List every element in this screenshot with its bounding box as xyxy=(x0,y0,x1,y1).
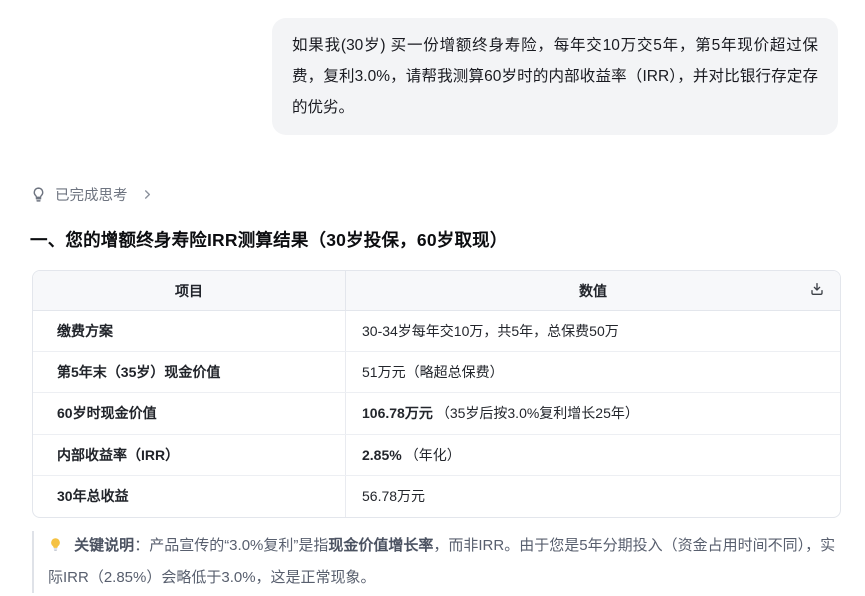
row-value: 30-34岁每年交10万，共5年，总保费50万 xyxy=(346,311,840,351)
download-icon xyxy=(809,281,825,300)
row-label: 第5年末（35岁）现金价值 xyxy=(33,352,346,392)
table-row: 30年总收益 56.78万元 xyxy=(33,476,840,517)
row-value-rest: （35岁后按3.0%复利增长25年） xyxy=(436,403,639,423)
row-value-rest: 56.78万元 xyxy=(362,486,425,506)
table-header-row: 项目 数值 xyxy=(33,271,840,311)
row-value-rest: 51万元（略超总保费） xyxy=(362,362,504,382)
note-segment: 关键说明 xyxy=(74,537,134,554)
table-row: 缴费方案 30-34岁每年交10万，共5年，总保费50万 xyxy=(33,311,840,352)
row-value-rest: （年化） xyxy=(405,445,461,465)
row-value: 51万元（略超总保费） xyxy=(346,352,840,392)
table-body: 缴费方案 30-34岁每年交10万，共5年，总保费50万 第5年末（35岁）现金… xyxy=(33,311,840,517)
row-label: 内部收益率（IRR） xyxy=(33,435,346,475)
row-value: 56.78万元 xyxy=(346,476,840,517)
row-value: 106.78万元 （35岁后按3.0%复利增长25年） xyxy=(346,393,840,433)
table-row: 60岁时现金价值 106.78万元 （35岁后按3.0%复利增长25年） xyxy=(33,393,840,434)
user-message-bubble: 如果我(30岁) 买一份增额终身寿险，每年交10万交5年，第5年现价超过保费，复… xyxy=(272,18,838,135)
note-text: 关键说明：产品宣传的“3.0%复利”是指现金价值增长率，而非IRR。由于您是5年… xyxy=(48,537,835,586)
row-value-bold: 106.78万元 xyxy=(362,403,433,423)
row-label: 30年总收益 xyxy=(33,476,346,517)
lightbulb-emoji-icon xyxy=(48,539,67,556)
download-button[interactable] xyxy=(805,279,829,303)
note-segment: ：产品宣传的“3.0%复利”是指 xyxy=(134,537,328,554)
key-note: 关键说明：产品宣传的“3.0%复利”是指现金价值增长率，而非IRR。由于您是5年… xyxy=(32,531,841,593)
row-label: 缴费方案 xyxy=(33,311,346,351)
table-row: 内部收益率（IRR） 2.85% （年化） xyxy=(33,435,840,476)
user-message-row: 如果我(30岁) 买一份增额终身寿险，每年交10万交5年，第5年现价超过保费，复… xyxy=(272,18,838,135)
thinking-label: 已完成思考 xyxy=(55,184,128,205)
thinking-toggle[interactable]: 已完成思考 xyxy=(30,184,153,205)
row-value-bold: 2.85% xyxy=(362,447,402,463)
row-value-rest: 30-34岁每年交10万，共5年，总保费50万 xyxy=(362,321,619,341)
table-header-item: 项目 xyxy=(33,271,346,310)
table-header-value: 数值 xyxy=(346,271,840,310)
lightbulb-outline-icon xyxy=(30,186,47,203)
section-heading: 一、您的增额终身寿险IRR测算结果（30岁投保，60岁取现） xyxy=(30,227,508,252)
table-row: 第5年末（35岁）现金价值 51万元（略超总保费） xyxy=(33,352,840,393)
chevron-right-icon xyxy=(142,189,153,200)
irr-result-table: 项目 数值 缴费方案 30-34岁每年交10万，共5年，总保费50万 第5年末（… xyxy=(32,270,841,518)
note-segment: 现金价值增长率 xyxy=(328,537,433,554)
row-label: 60岁时现金价值 xyxy=(33,393,346,433)
row-value: 2.85% （年化） xyxy=(346,435,840,475)
